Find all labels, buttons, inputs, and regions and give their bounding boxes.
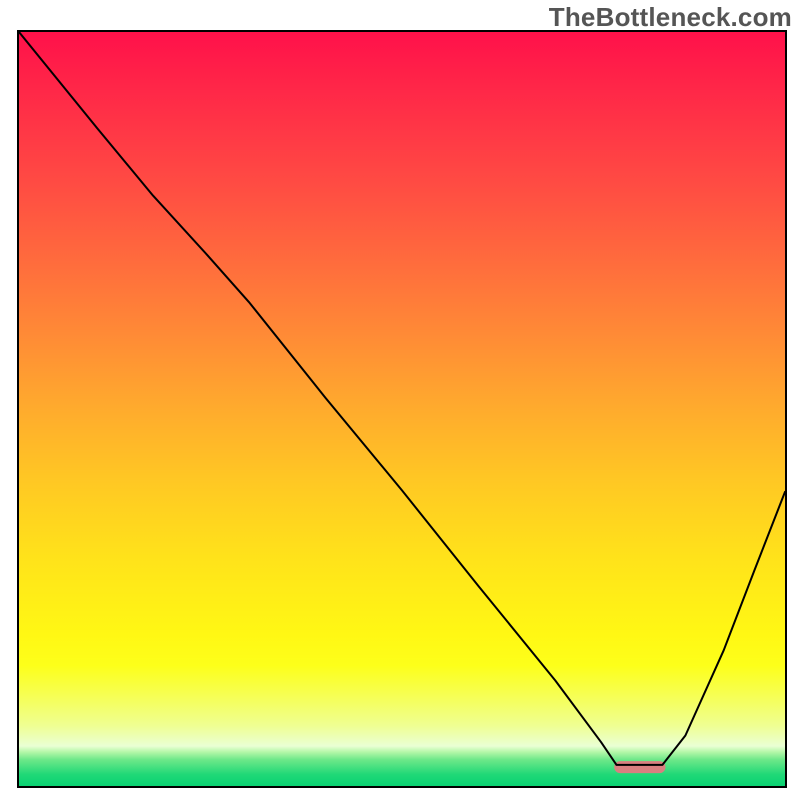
stage: TheBottleneck.com — [0, 0, 800, 800]
watermark-text: TheBottleneck.com — [549, 2, 792, 33]
optimal-zone-marker — [614, 761, 665, 773]
gradient-background — [19, 32, 785, 786]
bottleneck-plot — [17, 30, 787, 788]
chart-svg — [19, 32, 785, 786]
